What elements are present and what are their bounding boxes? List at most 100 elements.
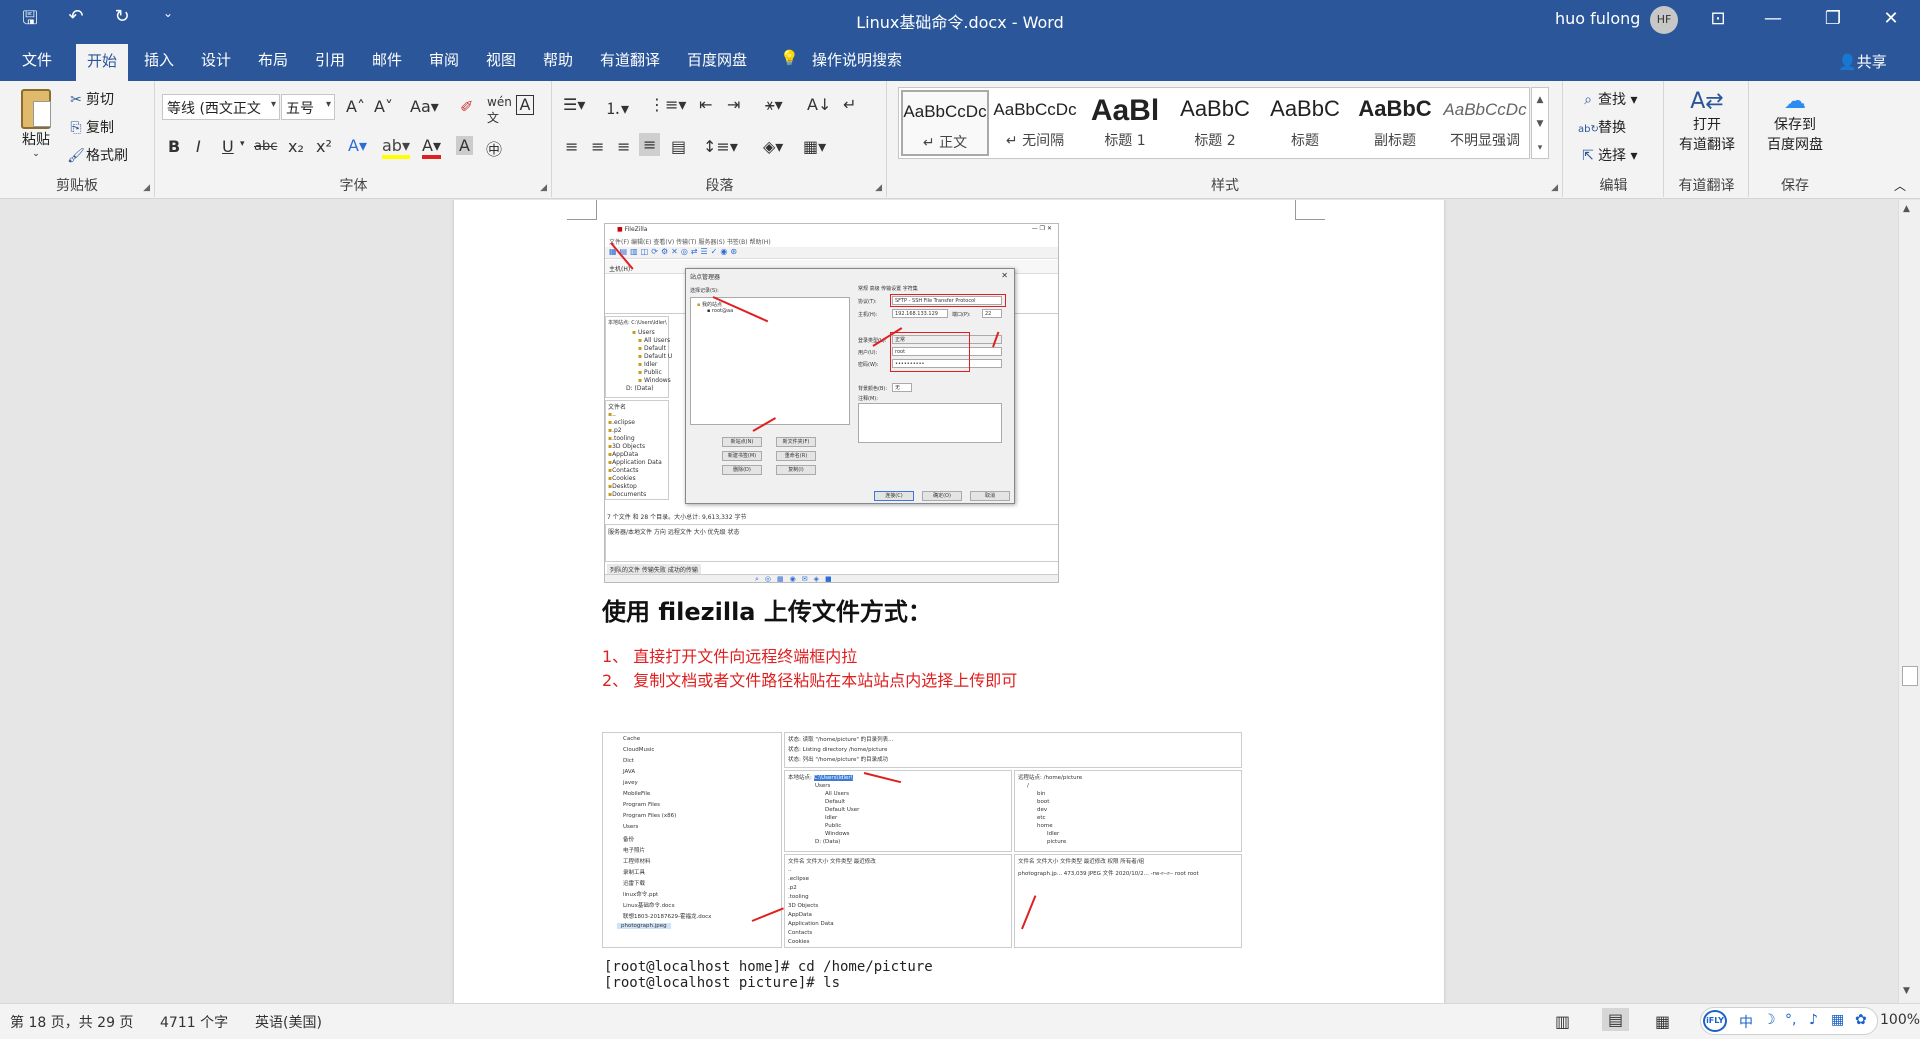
style-title[interactable]: AaBbC 标题 (1261, 90, 1349, 156)
replace-button[interactable]: ab↻替换 (1578, 117, 1626, 137)
customize-icon[interactable]: ⌄ (156, 6, 180, 36)
format-painter-button[interactable]: 🖌格式刷 (66, 145, 128, 165)
align-left-icon[interactable]: ≡ (565, 137, 578, 156)
punctuation-icon[interactable]: °, (1785, 1012, 1796, 1028)
save-icon[interactable]: 🖫 (18, 6, 42, 36)
web-layout-icon[interactable]: ▦ (1655, 1012, 1670, 1031)
list-item[interactable]: 1、 直接打开文件向远程终端框内拉 (602, 643, 857, 667)
keyboard-icon[interactable]: ▦ (1831, 1012, 1844, 1028)
bullets-icon[interactable]: ☰▾ (563, 95, 585, 114)
undo-icon[interactable]: ↶ (64, 6, 88, 36)
tab-mailings[interactable]: 邮件 (372, 49, 402, 70)
tab-design[interactable]: 设计 (201, 49, 231, 70)
copy-button[interactable]: ⎘ 复制 (66, 117, 114, 137)
font-size-combo[interactable]: 五号 ▾ (281, 94, 335, 120)
read-mode-icon[interactable]: ▥ (1555, 1012, 1570, 1031)
align-center-icon[interactable]: ≡ (591, 137, 604, 156)
clear-format-icon[interactable]: ✐ (460, 97, 473, 116)
highlight-icon[interactable]: ab▾ (382, 136, 410, 159)
select-button[interactable]: ⇱ 选择 ▾ (1578, 145, 1637, 165)
multilevel-list-icon[interactable]: ⋮≡▾ (649, 95, 686, 114)
superscript-icon[interactable]: x² (316, 137, 332, 156)
tab-view[interactable]: 视图 (486, 49, 516, 70)
chevron-down-icon[interactable]: ▼ (1532, 112, 1548, 136)
borders-icon[interactable]: ▦▾ (803, 137, 826, 156)
language[interactable]: 英语(美国) (255, 1012, 322, 1032)
paste-button[interactable]: 粘贴 ⌄ (18, 89, 54, 159)
style-subtitle[interactable]: AaBbC 副标题 (1351, 90, 1439, 156)
distribute-icon[interactable]: ▤ (671, 137, 686, 156)
tab-insert[interactable]: 插入 (144, 49, 174, 70)
print-layout-icon[interactable]: ▤ (1602, 1008, 1630, 1031)
numbering-icon[interactable]: ⒈▾ (605, 95, 629, 119)
baidu-save-button[interactable]: ☁ 保存到 百度网盘 (1754, 89, 1836, 154)
dialog-launcher-icon[interactable]: ◢ (875, 183, 882, 193)
style-normal[interactable]: AaBbCcDc ↵ 正文 (901, 90, 989, 156)
gear-icon[interactable]: ✿ (1855, 1012, 1867, 1028)
tab-review[interactable]: 审阅 (429, 49, 459, 70)
youdao-open-button[interactable]: A⇄ 打开 有道翻译 (1669, 89, 1745, 154)
restore-icon[interactable]: ❐ (1818, 4, 1848, 34)
tab-help[interactable]: 帮助 (543, 49, 573, 70)
tab-youdao[interactable]: 有道翻译 (600, 49, 660, 70)
text-effects-icon[interactable]: A▾ (348, 136, 367, 155)
bold-icon[interactable]: B (168, 137, 180, 156)
minimize-icon[interactable]: — (1758, 4, 1788, 34)
tab-home[interactable]: 开始 (76, 44, 129, 81)
page-count[interactable]: 第 18 页，共 29 页 (10, 1012, 133, 1032)
scroll-thumb[interactable] (1902, 666, 1918, 686)
user-name[interactable]: huo fulong (1555, 9, 1640, 28)
tab-layout[interactable]: 布局 (258, 49, 288, 70)
phonetic-guide-icon[interactable]: wén 文 (487, 95, 512, 126)
shrink-font-icon[interactable]: A˅ (374, 97, 393, 116)
style-no-spacing[interactable]: AaBbCcDc ↵ 无间隔 (991, 90, 1079, 156)
line-spacing-icon[interactable]: ↕≡▾ (703, 137, 738, 156)
mic-icon[interactable]: ♪ (1809, 1012, 1818, 1028)
chinese-layout-icon[interactable]: ⚹▾ (765, 95, 783, 115)
underline-icon[interactable]: U (222, 137, 234, 156)
strikethrough-icon[interactable]: abc (254, 139, 277, 154)
find-button[interactable]: ⌕ 查找 ▾ (1578, 89, 1637, 109)
ime-toolbar[interactable]: iFLY 中 ☽ °, ♪ ▦ ✿ (1700, 1007, 1878, 1035)
font-color-icon[interactable]: A▾ (422, 136, 441, 159)
font-name-combo[interactable]: 等线 (西文正文 ▾ (162, 94, 280, 120)
list-item[interactable]: 2、 复制文档或者文件路径粘贴在本站站点内选择上传即可 (602, 667, 1017, 691)
more-icon[interactable]: ▾ (1532, 136, 1548, 160)
shading-icon[interactable]: ◈▾ (763, 137, 783, 156)
tell-me-search[interactable]: 操作说明搜索 (812, 49, 902, 70)
chevron-down-icon[interactable]: ▾ (240, 139, 245, 149)
avatar[interactable]: HF (1650, 6, 1678, 34)
gallery-scroll[interactable]: ▲ ▼ ▾ (1531, 87, 1549, 159)
close-icon[interactable]: ✕ (1876, 4, 1906, 34)
style-subtle-emphasis[interactable]: AaBbCcDc 不明显强调 (1441, 90, 1529, 156)
tab-baidu[interactable]: 百度网盘 (687, 49, 747, 70)
char-border-icon[interactable]: A (516, 95, 534, 115)
style-heading-2[interactable]: AaBbC 标题 2 (1171, 90, 1259, 156)
sort-icon[interactable]: A↓ (807, 95, 831, 114)
tab-references[interactable]: 引用 (315, 49, 345, 70)
document-page[interactable]: ■ FileZilla — ❐ ✕ 文件(F) 编辑(E) 查看(V) 传输(T)… (454, 200, 1444, 1003)
change-case-icon[interactable]: Aa▾ (410, 97, 439, 116)
redo-icon[interactable]: ↻ (110, 6, 134, 36)
section-heading[interactable]: 使用 filezilla 上传文件方式： (602, 592, 932, 627)
enclose-char-icon[interactable]: ㊥ (486, 136, 502, 160)
subscript-icon[interactable]: x₂ (288, 137, 304, 156)
word-count[interactable]: 4711 个字 (160, 1012, 228, 1032)
chevron-up-icon[interactable]: ▲ (1532, 88, 1548, 112)
moon-icon[interactable]: ☽ (1763, 1012, 1776, 1028)
terminal-text[interactable]: [root@localhost home]# cd /home/picture … (604, 959, 933, 991)
chevron-up-icon[interactable]: ▲ (1903, 204, 1910, 214)
show-marks-icon[interactable]: ↵ (843, 95, 856, 114)
share-button[interactable]: 👤共享 (1838, 51, 1887, 72)
dialog-launcher-icon[interactable]: ◢ (143, 183, 150, 193)
zoom-level[interactable]: 100% (1880, 1012, 1920, 1028)
increase-indent-icon[interactable]: ⇥ (727, 95, 740, 114)
collapse-ribbon-icon[interactable]: ︿ (1894, 177, 1906, 194)
ime-chinese-icon[interactable]: 中 (1739, 1012, 1753, 1032)
grow-font-icon[interactable]: A˄ (346, 97, 365, 116)
style-heading-1[interactable]: AaBl 标题 1 (1081, 90, 1169, 156)
chevron-down-icon[interactable]: ▼ (1903, 986, 1910, 996)
vertical-scrollbar[interactable]: ▲ ▼ (1898, 200, 1920, 1003)
align-right-icon[interactable]: ≡ (617, 137, 630, 156)
decrease-indent-icon[interactable]: ⇤ (699, 95, 712, 114)
